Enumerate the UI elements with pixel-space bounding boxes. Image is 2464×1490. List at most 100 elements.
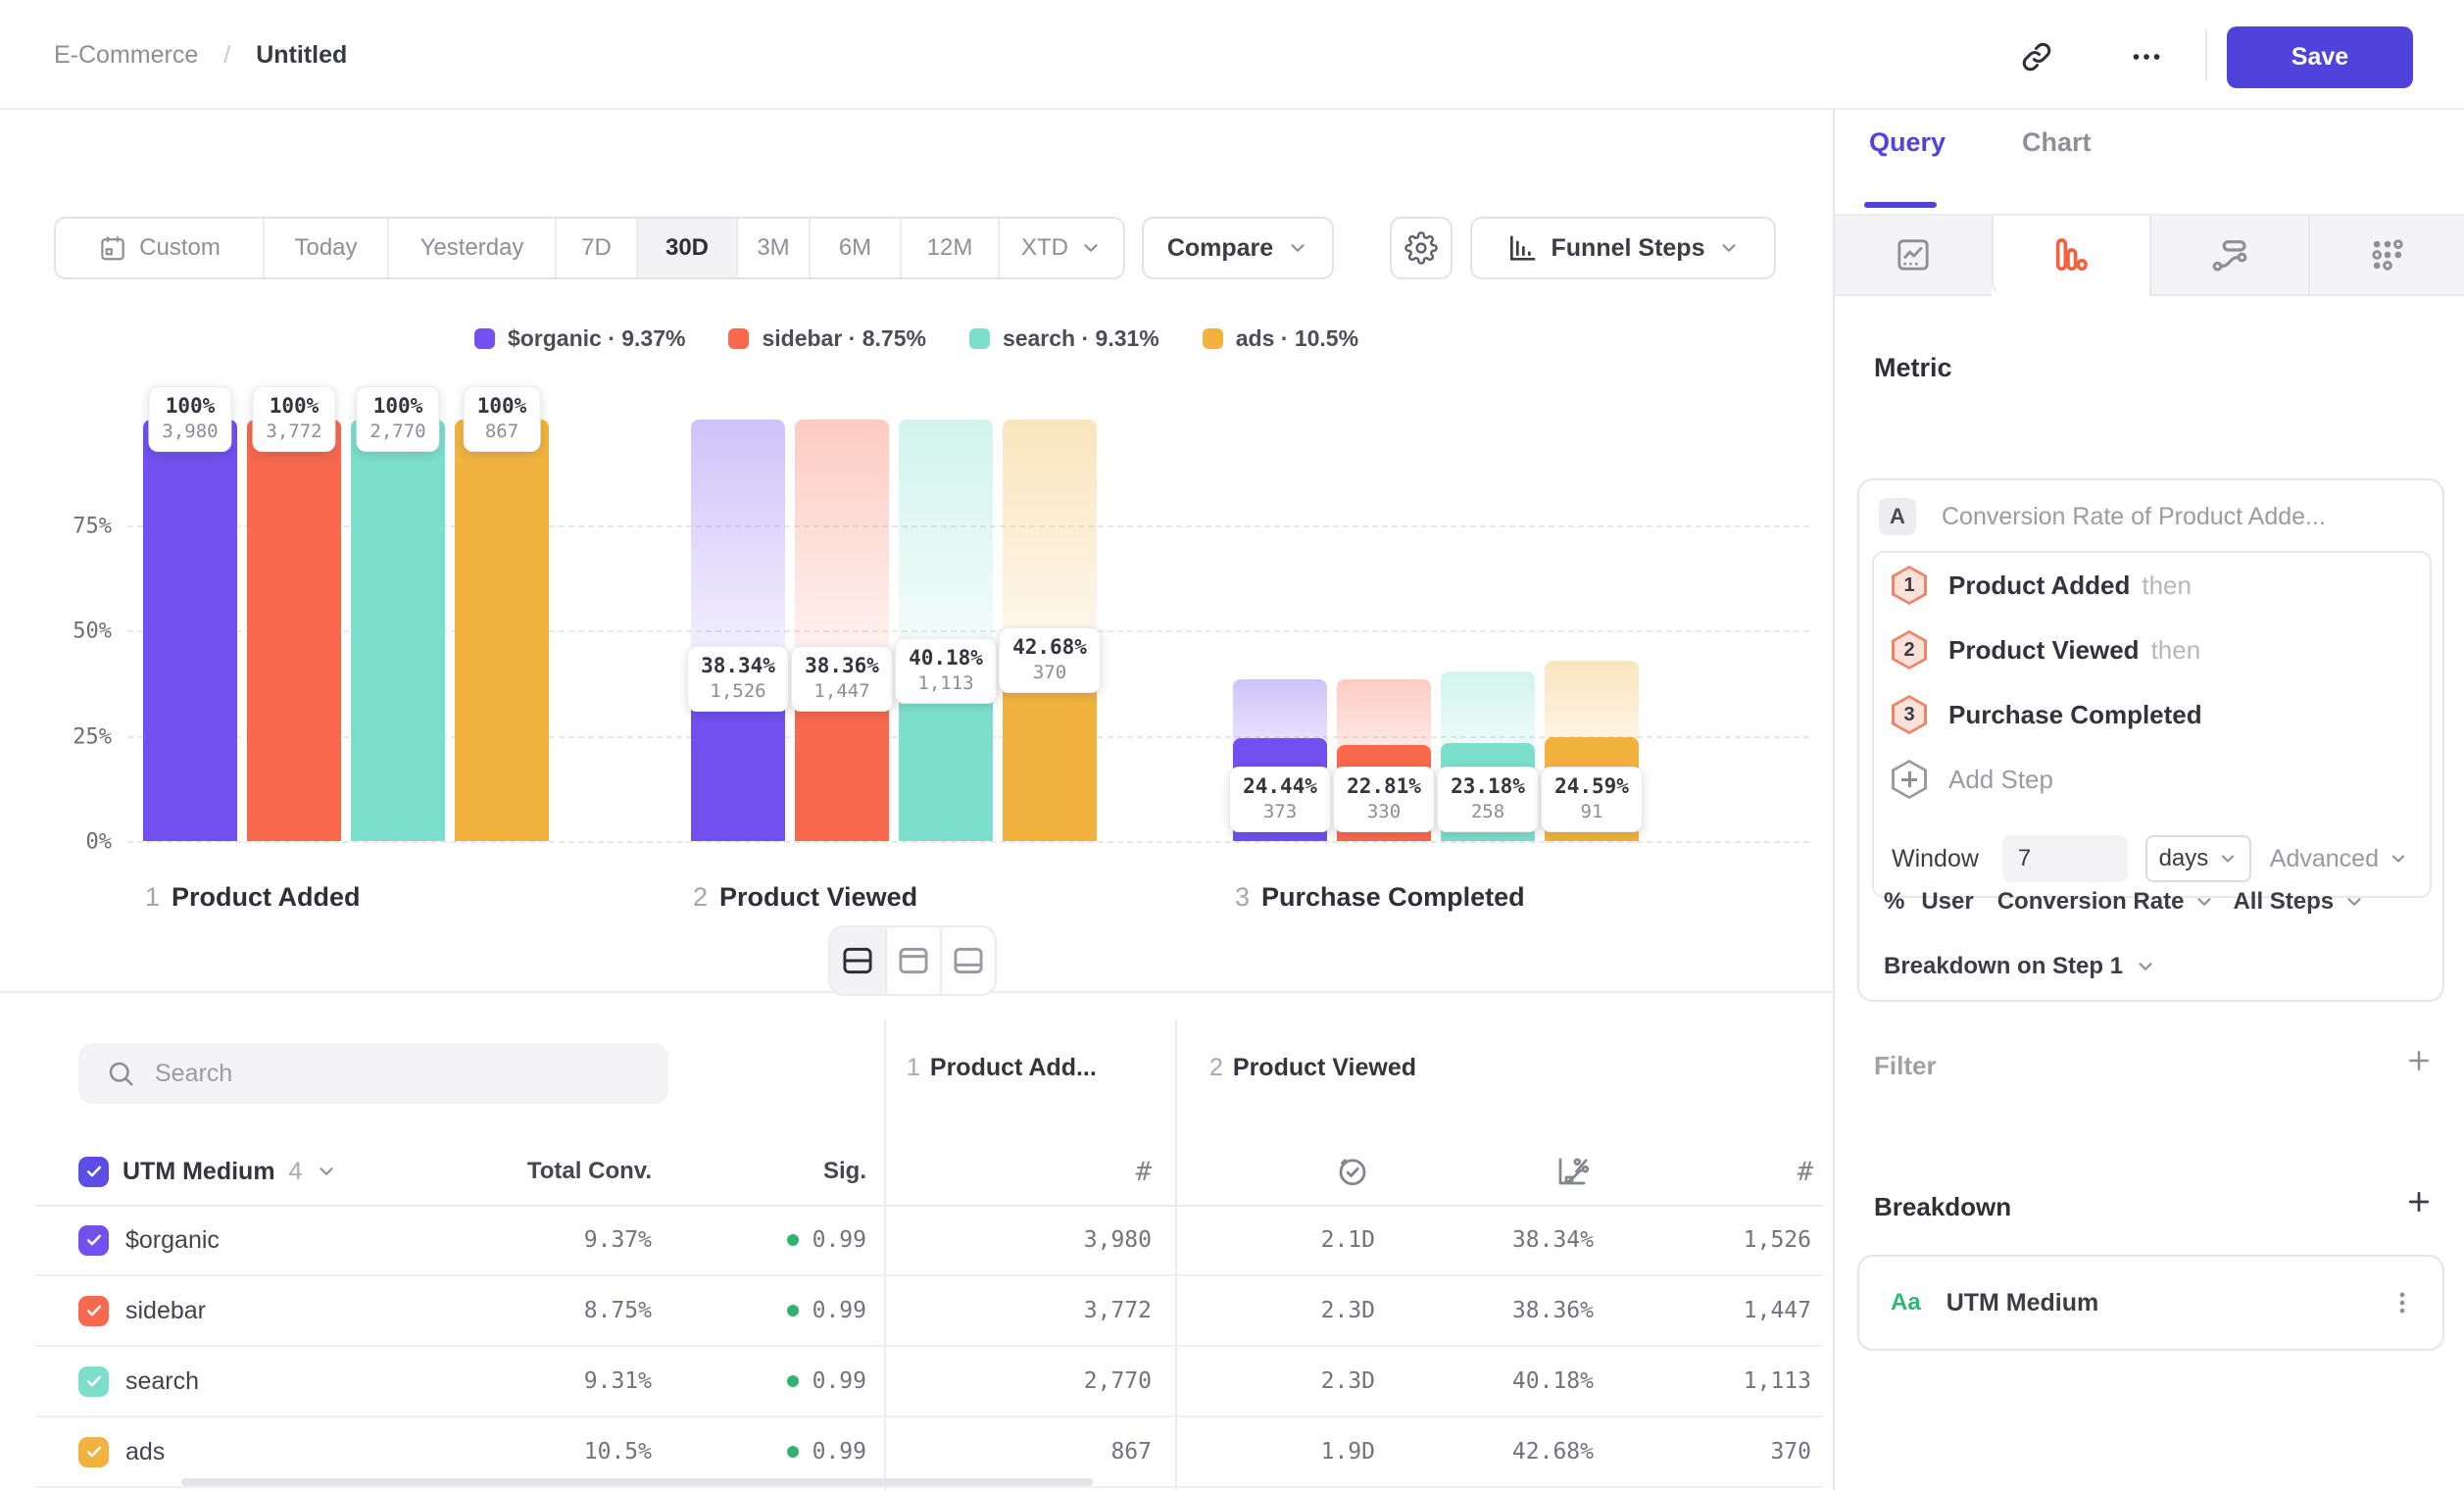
table-row-organic[interactable]: $organic9.37%0.993,9802.1D38.34%1,526: [35, 1206, 1823, 1276]
breakdown-property-label: UTM Medium: [1947, 1289, 2099, 1317]
date-range-xtd[interactable]: XTD: [998, 219, 1123, 277]
step2-count-column-header[interactable]: #: [1720, 1137, 1813, 1206]
row-conv-rate: 38.36%: [1378, 1276, 1594, 1345]
row-checkbox[interactable]: [78, 1417, 118, 1486]
table-row-search[interactable]: search9.31%0.992,7702.3D40.18%1,113: [35, 1347, 1823, 1417]
report-tab-insights[interactable]: [1835, 216, 1992, 296]
breakdown-property-card[interactable]: Aa UTM Medium: [1857, 1255, 2444, 1351]
tab-query[interactable]: Query: [1869, 127, 1946, 158]
copy-link-button[interactable]: [2009, 29, 2064, 84]
date-range-custom[interactable]: Custom: [56, 219, 263, 277]
sig-column-header[interactable]: Sig.: [706, 1137, 866, 1206]
funnel-bar-search-step1[interactable]: [351, 420, 445, 841]
add-step-button[interactable]: Add Step: [1874, 747, 2430, 812]
layout-chart-only-button[interactable]: [885, 927, 940, 994]
row-checkbox[interactable]: [78, 1347, 118, 1416]
row-conv-rate: 38.34%: [1378, 1206, 1594, 1274]
breakdown-on-label: Breakdown on Step 1: [1884, 953, 2123, 980]
window-value-input[interactable]: [2002, 835, 2128, 882]
bar-pct-value: 100%: [477, 394, 527, 418]
report-tab-retention[interactable]: [2308, 216, 2464, 296]
breakdown-on-dropdown[interactable]: Breakdown on Step 1: [1884, 945, 2156, 988]
tab-chart[interactable]: Chart: [2022, 127, 2092, 158]
step2-conv-rate-column-header[interactable]: [1513, 1137, 1590, 1206]
formula-title: Conversion Rate of Product Adde...: [1942, 503, 2326, 531]
layout-table-only-button[interactable]: [940, 927, 995, 994]
measure-type-toggle[interactable]: %: [1884, 888, 1904, 916]
funnel-bar-organic-step1[interactable]: [143, 420, 237, 841]
row-sig: 0.99: [651, 1206, 866, 1274]
breakdown-column-header[interactable]: UTM Medium 4: [78, 1137, 337, 1206]
bar-pct-value: 100%: [266, 394, 321, 418]
date-range-6m[interactable]: 6M: [809, 219, 900, 277]
legend-swatch: [474, 328, 495, 349]
breadcrumb-project[interactable]: E-Commerce: [54, 41, 198, 70]
select-all-checkbox[interactable]: [78, 1157, 109, 1187]
row-checkbox[interactable]: [78, 1206, 118, 1274]
date-range-today[interactable]: Today: [263, 219, 387, 277]
step-event-label: Product Viewed: [1948, 635, 2140, 666]
step-event-label: Product Added: [1948, 571, 2130, 601]
add-filter-button[interactable]: [2401, 1043, 2437, 1078]
chart-legend: $organic · 9.37% sidebar · 8.75% search · …: [0, 325, 1833, 352]
row-sig: 0.99: [651, 1417, 866, 1486]
bar-count-value: 3,772: [266, 421, 321, 442]
panel-bottom-icon: [951, 945, 986, 976]
breadcrumb: E-Commerce / Untitled: [54, 0, 347, 110]
date-range-label: Today: [294, 234, 357, 262]
total-conv-column-header[interactable]: Total Conv.: [451, 1137, 652, 1206]
report-tab-funnels[interactable]: [1992, 216, 2150, 296]
query-step-3[interactable]: 3Purchase Completed: [1874, 682, 2430, 747]
count-icon: #: [1798, 1157, 1813, 1187]
step1-count-column-header[interactable]: #: [1059, 1137, 1152, 1206]
more-options-button[interactable]: [2119, 29, 2174, 84]
row-name: sidebar: [125, 1276, 449, 1345]
table-row-sidebar[interactable]: sidebar8.75%0.993,7722.3D38.36%1,447: [35, 1276, 1823, 1347]
date-range-yesterday[interactable]: Yesterday: [387, 219, 555, 277]
query-step-1[interactable]: 1Product Addedthen: [1874, 553, 2430, 618]
save-button[interactable]: Save: [2227, 26, 2413, 88]
step-number-hexagon: 2: [1892, 630, 1927, 670]
date-range-7d[interactable]: 7D: [555, 219, 636, 277]
bar-pct-value: 38.34%: [701, 654, 775, 677]
date-range-12m[interactable]: 12M: [900, 219, 998, 277]
measure-entity-toggle[interactable]: User: [1921, 888, 1973, 916]
report-tab-flows[interactable]: [2149, 216, 2308, 296]
bar-value-label: 100%2,770: [356, 386, 439, 452]
funnel-steps-card: 1Product Addedthen2Product Viewedthen3Pu…: [1872, 551, 2432, 898]
layout-split-button[interactable]: [830, 927, 885, 994]
window-unit-dropdown[interactable]: days: [2145, 835, 2251, 882]
legend-item-organic[interactable]: $organic · 9.37%: [474, 325, 686, 352]
breakdown-section-title: Breakdown: [1874, 1192, 2011, 1222]
row-avg-time: 2.3D: [1159, 1276, 1375, 1345]
formula-header[interactable]: A Conversion Rate of Product Adde...: [1879, 498, 2326, 535]
measure-metric-dropdown[interactable]: Conversion Rate: [1997, 888, 2185, 916]
legend-swatch: [1203, 328, 1223, 349]
row-avg-time: 1.9D: [1159, 1417, 1375, 1486]
step2-avg-time-column-header[interactable]: [1294, 1137, 1370, 1206]
legend-item-ads[interactable]: ads · 10.5%: [1203, 325, 1358, 352]
legend-item-search[interactable]: search · 9.31%: [969, 325, 1159, 352]
measure-scope-dropdown[interactable]: All Steps: [2233, 888, 2334, 916]
funnel-bar-ads-step1[interactable]: [455, 420, 549, 841]
date-range-label: 7D: [581, 234, 612, 262]
legend-item-sidebar[interactable]: sidebar · 8.75%: [728, 325, 925, 352]
retention-icon: [2368, 235, 2407, 274]
advanced-toggle[interactable]: Advanced: [2270, 845, 2408, 873]
date-range-3m[interactable]: 3M: [736, 219, 809, 277]
insights-icon: [1894, 235, 1933, 274]
kebab-menu-icon[interactable]: [2388, 1288, 2417, 1317]
report-title[interactable]: Untitled: [256, 41, 347, 70]
chevron-down-icon: [2343, 891, 2365, 913]
table-group-step2[interactable]: 2Product Viewed: [1209, 1054, 1416, 1082]
add-breakdown-button[interactable]: [2401, 1184, 2437, 1219]
date-range-30d[interactable]: 30D: [636, 219, 736, 277]
funnel-bar-sidebar-step1[interactable]: [247, 420, 341, 841]
bar-count-value: 1,526: [701, 680, 775, 702]
bar-value-label: 42.68%370: [999, 627, 1101, 693]
row-checkbox[interactable]: [78, 1276, 118, 1345]
search-input[interactable]: [155, 1060, 625, 1088]
table-group-step1[interactable]: 1Product Add...: [907, 1054, 1097, 1082]
horizontal-scrollbar[interactable]: [181, 1478, 1093, 1486]
query-step-2[interactable]: 2Product Viewedthen: [1874, 618, 2430, 682]
